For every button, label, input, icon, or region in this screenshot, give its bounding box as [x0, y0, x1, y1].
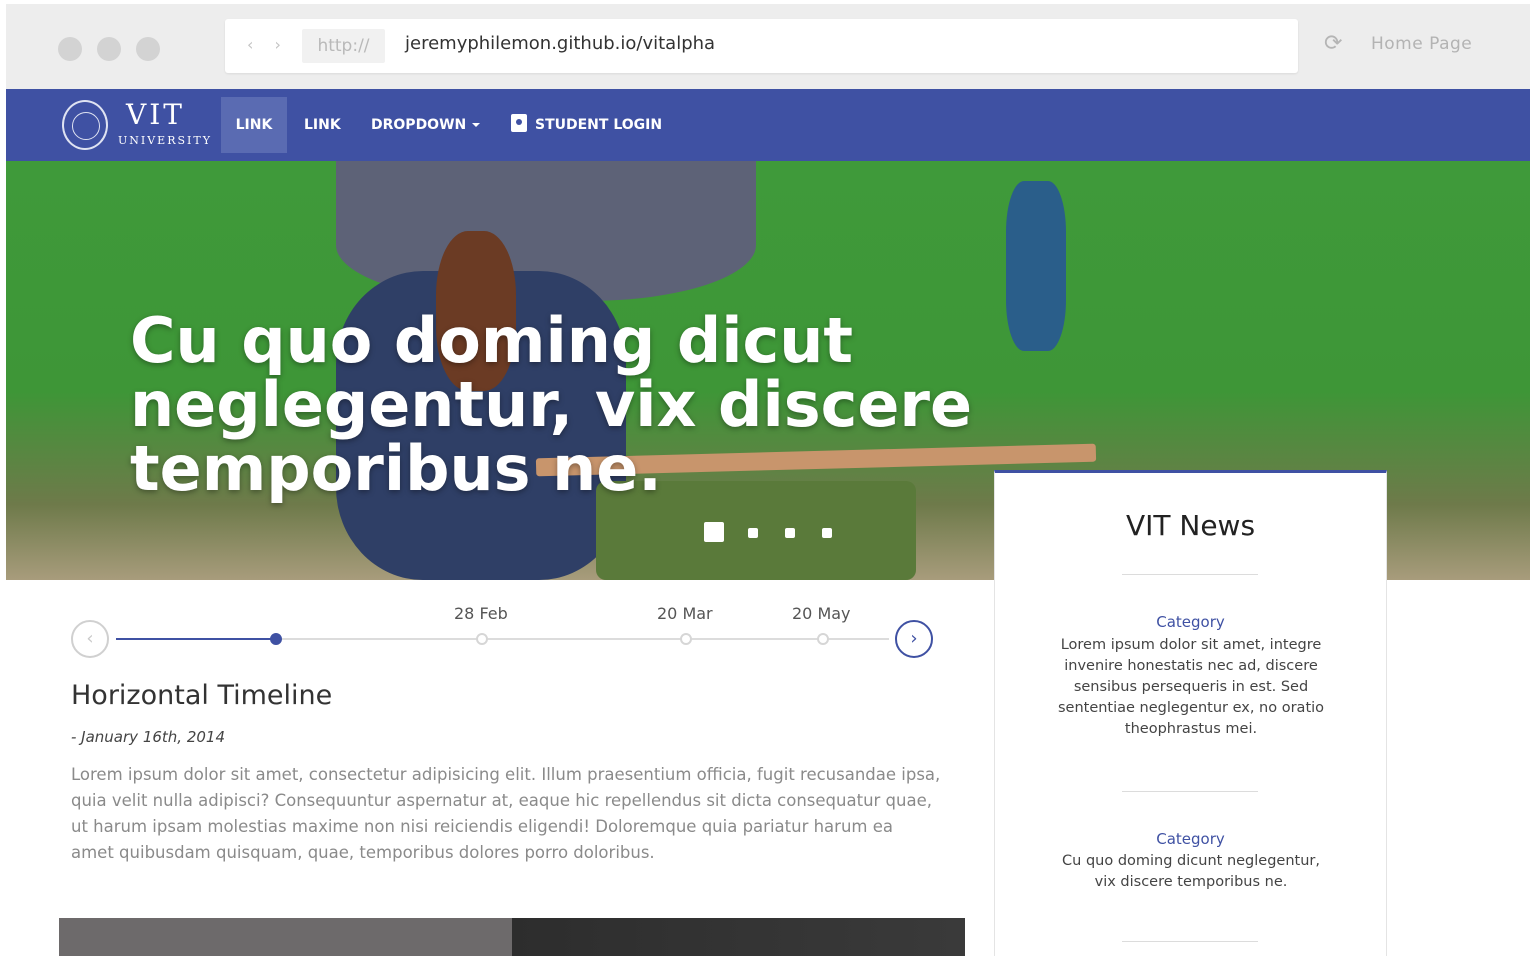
timeline-heading: Horizontal Timeline [71, 680, 333, 711]
news-item-text: Lorem ipsum dolor sit amet, integre inve… [1057, 637, 1325, 737]
id-badge-icon [511, 114, 527, 132]
timeline-node-20-mar[interactable] [680, 633, 692, 645]
news-item-text: Cu quo doming dicunt neglegentur, vix di… [1062, 853, 1320, 890]
timeline-date-label[interactable]: 28 Feb [454, 604, 508, 623]
news-category-link[interactable]: Category [995, 613, 1386, 631]
url-protocol: http:// [302, 29, 385, 63]
nav-student-login[interactable]: STUDENT LOGIN [511, 97, 662, 153]
university-seal-icon [62, 100, 108, 150]
timeline-date: - January 16th, 2014 [71, 728, 225, 746]
vit-logo[interactable]: VIT UNIVERSITY [58, 96, 218, 154]
horizontal-timeline: ‹ 28 Feb 20 Mar 20 May › Horizontal Time… [6, 580, 994, 956]
timeline-body-text: Lorem ipsum dolor sit amet, consectetur … [71, 765, 941, 862]
nav-dropdown[interactable]: DROPDOWN [371, 97, 481, 153]
slide-indicator-3[interactable] [785, 528, 795, 538]
timeline-node-20-may[interactable] [817, 633, 829, 645]
news-category-link[interactable]: Category [995, 830, 1386, 848]
nav-link-2[interactable]: LINK [304, 97, 341, 153]
address-bar[interactable]: ‹ › http:// jeremyphilemon.github.io/vit… [225, 19, 1298, 73]
site-navbar: VIT UNIVERSITY LINK LINK DROPDOWN STUDEN… [6, 89, 1530, 161]
gallery-image-strip [59, 918, 965, 956]
browser-window: ‹ › http:// jeremyphilemon.github.io/vit… [6, 4, 1530, 956]
nav-dropdown-label: DROPDOWN [371, 117, 467, 133]
timeline-date-label[interactable]: 20 May [792, 604, 851, 623]
window-close-dot[interactable] [58, 37, 82, 61]
vit-news-panel: VIT News Category Lorem ipsum dolor sit … [994, 470, 1387, 956]
timeline-progress [116, 638, 276, 640]
browser-toolbar: ‹ › http:// jeremyphilemon.github.io/vit… [6, 4, 1530, 89]
timeline-date-label[interactable]: 20 Mar [657, 604, 713, 623]
slide-indicator-2[interactable] [748, 528, 758, 538]
slide-indicator-1[interactable] [704, 522, 724, 542]
student-login-label: STUDENT LOGIN [535, 117, 663, 133]
nav-link-label: LINK [304, 117, 341, 133]
logo-subtitle: UNIVERSITY [118, 134, 212, 147]
timeline-node-selected[interactable] [270, 633, 282, 645]
slide-indicator-4[interactable] [822, 528, 832, 538]
news-title: VIT News [1125, 509, 1256, 542]
logo-title: VIT [126, 98, 185, 131]
timeline-node-28-feb[interactable] [476, 633, 488, 645]
reload-icon[interactable]: ⟳ [1324, 32, 1348, 56]
hero-title: Cu quo doming dicut neglegentur, vix dis… [130, 304, 973, 505]
home-page-link[interactable]: Home Page [1371, 34, 1472, 54]
divider [1122, 791, 1258, 792]
window-minimize-dot[interactable] [97, 37, 121, 61]
nav-link-label: LINK [235, 117, 273, 133]
chevron-left-icon[interactable]: ‹ [71, 620, 109, 658]
divider [1122, 574, 1258, 575]
nav-link-1[interactable]: LINK [221, 97, 287, 153]
url-text[interactable]: jeremyphilemon.github.io/vitalpha [405, 33, 715, 54]
divider [1122, 941, 1258, 942]
window-maximize-dot[interactable] [136, 37, 160, 61]
caret-down-icon [472, 123, 481, 127]
back-forward-icon[interactable]: ‹ › [247, 35, 289, 54]
chevron-right-icon[interactable]: › [895, 620, 933, 658]
